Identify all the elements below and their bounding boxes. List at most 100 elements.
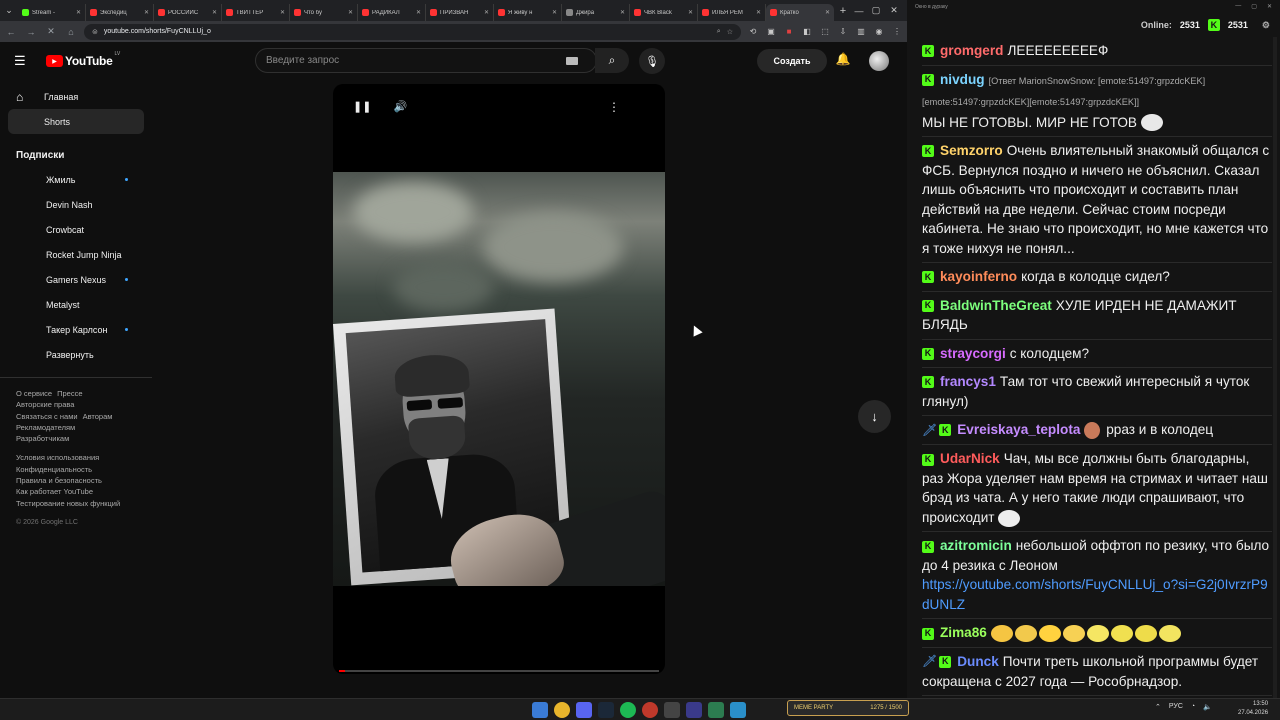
voice-search-button[interactable]: 🎙 xyxy=(639,48,665,74)
chat-username[interactable]: Evreiskaya_teplota xyxy=(957,422,1080,437)
subscription-item[interactable]: Такер Карлсон xyxy=(0,317,152,342)
chat-username[interactable]: azitromicin xyxy=(940,538,1012,553)
footer-link[interactable]: Связаться с нами xyxy=(16,412,78,421)
tab-close-icon[interactable]: ✕ xyxy=(620,9,625,16)
footer-link[interactable]: Условия использования xyxy=(16,453,99,462)
app-icon[interactable] xyxy=(708,702,724,718)
footer-link[interactable]: Как работает YouTube xyxy=(16,487,93,496)
avatar[interactable] xyxy=(869,51,889,71)
pause-icon[interactable]: ❚❚ xyxy=(353,100,371,113)
telegram-icon[interactable] xyxy=(730,702,746,718)
zoom-icon[interactable]: ⌕ xyxy=(717,28,721,36)
address-bar[interactable]: ⊜ youtube.com/shorts/FuyCNLLUj_o ⌕ ☆ xyxy=(84,23,741,40)
back-icon[interactable]: ← xyxy=(4,27,18,37)
minimize-icon[interactable]: — xyxy=(1235,3,1241,10)
tab-close-icon[interactable]: ✕ xyxy=(688,9,693,16)
chat-username[interactable]: nivdug xyxy=(940,72,985,87)
bookmark-star-icon[interactable]: ☆ xyxy=(727,28,733,36)
chat-username[interactable]: Dunck xyxy=(957,654,999,669)
browser-tab[interactable]: РАДИКАЛ ✕ xyxy=(358,4,426,21)
subscriptions-heading[interactable]: Подписки xyxy=(16,150,152,161)
steam-icon[interactable] xyxy=(598,702,614,718)
short-player[interactable]: ❚❚ 🔊 ⋮ xyxy=(333,84,665,674)
home-browser-icon[interactable]: ⌂ xyxy=(64,27,78,37)
create-button[interactable]: Создать xyxy=(757,49,827,73)
browser-tab[interactable]: Экспедиц ✕ xyxy=(86,4,154,21)
chat-username[interactable]: gromgerd xyxy=(940,43,1003,58)
footer-link[interactable]: Прессе xyxy=(57,389,82,398)
subscription-item[interactable]: Жмиль xyxy=(0,167,152,192)
search-button[interactable]: ⌕ xyxy=(595,48,629,73)
tab-close-icon[interactable]: ✕ xyxy=(76,9,81,16)
tab-close-icon[interactable]: ✕ xyxy=(552,9,557,16)
footer-link[interactable]: Конфиденциальность xyxy=(16,465,92,474)
chat-username[interactable]: UdarNick xyxy=(940,451,1000,466)
youtube-logo[interactable]: ▶ YouTube LV xyxy=(46,51,120,68)
keyboard-icon[interactable] xyxy=(566,56,578,65)
network-icon[interactable]: ◔ xyxy=(1191,703,1195,711)
browser-tab[interactable]: РОССИЙС ✕ xyxy=(154,4,222,21)
start-icon[interactable] xyxy=(532,702,548,718)
chat-username[interactable]: BaldwinTheGreat xyxy=(940,298,1052,313)
site-info-icon[interactable]: ⊜ xyxy=(92,28,98,36)
next-short-button[interactable]: ↓ xyxy=(858,400,891,433)
extension-icon-2[interactable]: ▣ xyxy=(765,26,777,38)
tab-close-icon[interactable]: ✕ xyxy=(144,9,149,16)
sidebar-item-shorts[interactable]: Shorts xyxy=(8,109,144,134)
sidebar-icon[interactable]: ▥ xyxy=(855,26,867,38)
tab-close-icon[interactable]: ✕ xyxy=(484,9,489,16)
footer-link[interactable]: Авторам xyxy=(83,412,113,421)
stop-icon[interactable]: ✕ xyxy=(44,26,58,37)
spotify-icon[interactable] xyxy=(620,702,636,718)
app-icon[interactable] xyxy=(642,702,658,718)
clock[interactable]: 13:50 27.04.2026 xyxy=(1238,700,1268,718)
downloads-icon[interactable]: ⇩ xyxy=(837,26,849,38)
chat-username[interactable]: francys1 xyxy=(940,374,996,389)
subscription-item[interactable]: Devin Nash xyxy=(0,192,152,217)
footer-link[interactable]: Рекламодателям xyxy=(16,423,75,432)
tray-expand-icon[interactable]: ⌃ xyxy=(1155,703,1161,711)
chat-scrollbar[interactable] xyxy=(1273,37,1277,698)
tab-close-icon[interactable]: ✕ xyxy=(348,9,353,16)
footer-link[interactable]: Разработчикам xyxy=(16,434,69,443)
tab-close-icon[interactable]: ✕ xyxy=(756,9,761,16)
browser-tab[interactable]: ИЛЬЯ РЕМ ✕ xyxy=(698,4,766,21)
browser-tab[interactable]: Я живу н ✕ xyxy=(494,4,562,21)
tab-close-icon[interactable]: ✕ xyxy=(280,9,285,16)
sidebar-item-home[interactable]: ⌂ Главная xyxy=(8,84,144,109)
tab-close-icon[interactable]: ✕ xyxy=(212,9,217,16)
subscription-item[interactable]: Crowbcat xyxy=(0,217,152,242)
browser-tab[interactable]: Что бу ✕ xyxy=(290,4,358,21)
url-text[interactable]: youtube.com/shorts/FuyCNLLUj_o xyxy=(104,28,711,35)
subscription-item[interactable]: Metalyst xyxy=(0,292,152,317)
tab-close-icon[interactable]: ✕ xyxy=(825,9,830,16)
browser-tab[interactable]: ТВИТТЕР ✕ xyxy=(222,4,290,21)
volume-icon[interactable]: 🔊 xyxy=(393,100,407,113)
chat-username[interactable]: Semzorro xyxy=(940,143,1003,158)
subscription-item[interactable]: Развернуть xyxy=(0,342,152,367)
bell-icon[interactable]: 🔔 xyxy=(834,52,852,70)
meme-party-widget[interactable]: MEME PARTY 1275 / 1500 xyxy=(787,700,909,716)
footer-link[interactable]: О сервисе xyxy=(16,389,52,398)
subscription-item[interactable]: Rocket Jump Ninja xyxy=(0,242,152,267)
browser-tab[interactable]: ПРИЗВАН ✕ xyxy=(426,4,494,21)
footer-link[interactable]: Авторские права xyxy=(16,400,74,409)
close-window-icon[interactable]: ✕ xyxy=(880,0,907,21)
browser-tab[interactable]: Stream - ✕ xyxy=(18,4,86,21)
chrome-icon[interactable] xyxy=(554,702,570,718)
maximize-icon[interactable]: ▢ xyxy=(1251,3,1257,10)
extension-icon-1[interactable]: ⟲ xyxy=(747,26,759,38)
subscription-item[interactable]: Gamers Nexus xyxy=(0,267,152,292)
volume-icon[interactable]: 🔈 xyxy=(1203,703,1212,711)
settings-icon[interactable]: ⚙ xyxy=(1262,20,1270,31)
tab-search-icon[interactable]: ⌄ xyxy=(0,0,18,21)
chat-username[interactable]: kayoinferno xyxy=(940,269,1017,284)
obs-icon[interactable] xyxy=(664,702,680,718)
discord-icon[interactable] xyxy=(576,702,592,718)
browser-tab[interactable]: Джира ✕ xyxy=(562,4,630,21)
app-icon[interactable] xyxy=(686,702,702,718)
tab-close-icon[interactable]: ✕ xyxy=(416,9,421,16)
search-box[interactable] xyxy=(255,48,597,73)
browser-tab[interactable]: Кратко ✕ xyxy=(766,4,834,21)
extensions-puzzle-icon[interactable]: ⬚ xyxy=(819,26,831,38)
